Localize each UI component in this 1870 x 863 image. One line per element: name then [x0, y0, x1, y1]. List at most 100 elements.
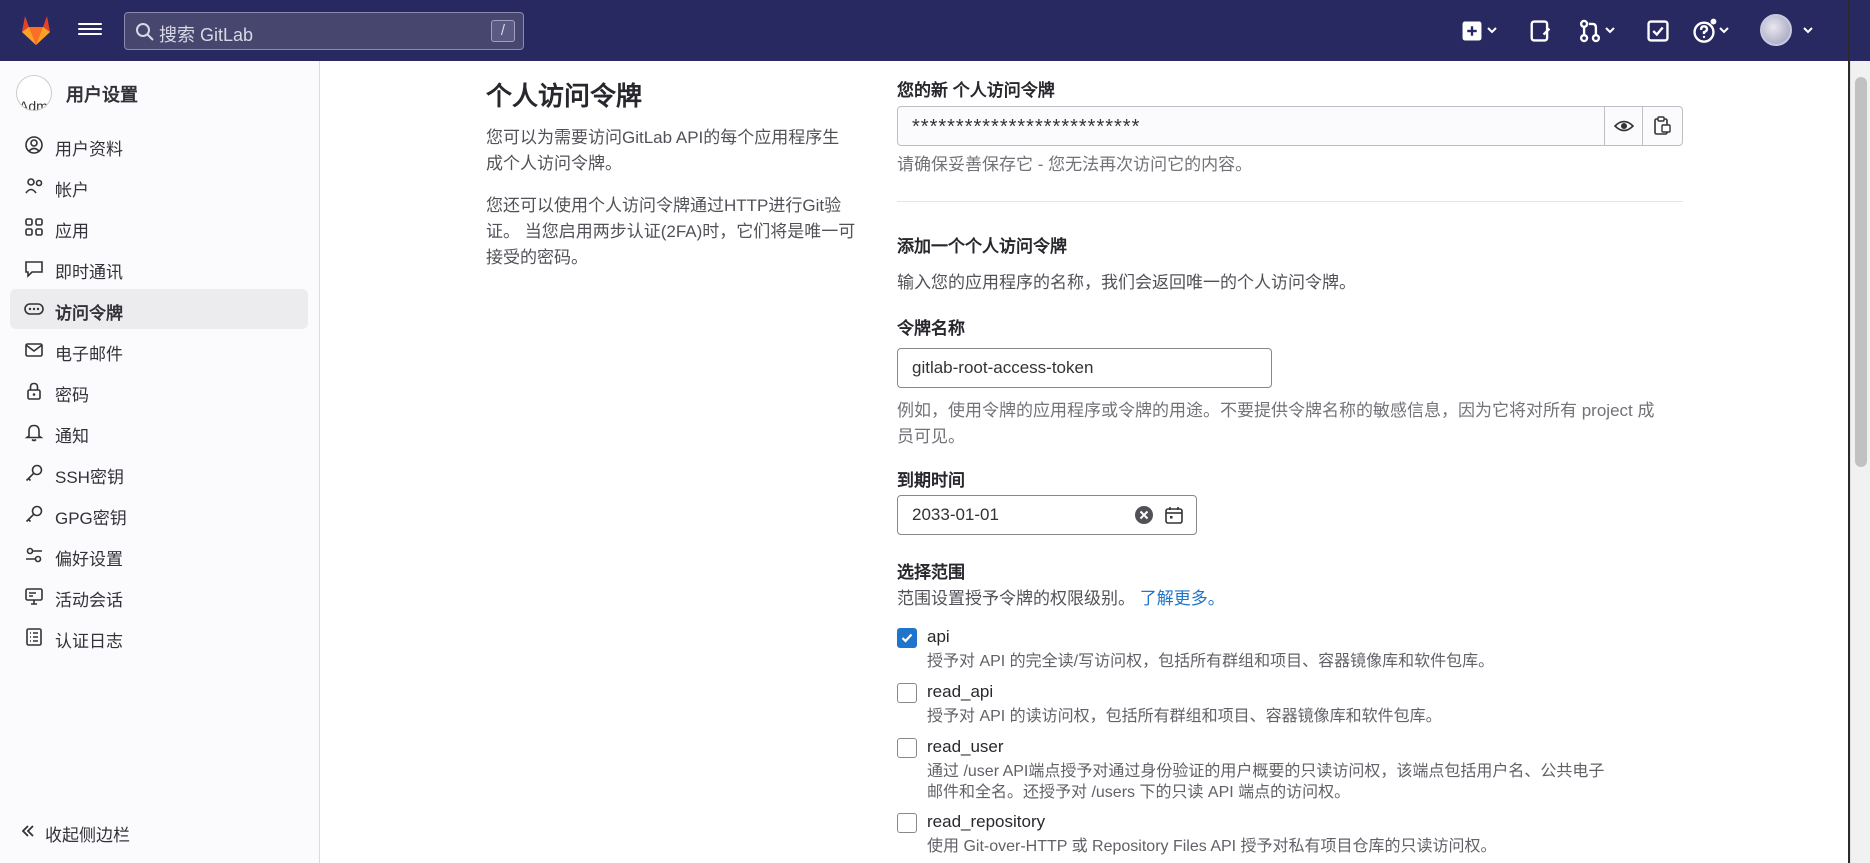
- sidebar-item[interactable]: 通知: [10, 412, 308, 452]
- sidebar-title[interactable]: 用户设置: [66, 81, 138, 107]
- eye-icon: [1614, 120, 1634, 132]
- log-icon: [26, 628, 42, 646]
- copy-token-button[interactable]: [1642, 107, 1680, 145]
- sidebar-item[interactable]: 电子邮件: [10, 330, 308, 370]
- new-token-value: **************************: [912, 116, 1141, 138]
- token-name-input[interactable]: gitlab-root-access-token: [897, 348, 1272, 388]
- todo-icon[interactable]: [1644, 18, 1672, 44]
- key-icon: [25, 505, 43, 523]
- new-token-label: 您的新 个人访问令牌: [897, 81, 1055, 100]
- scope-name[interactable]: read_user: [927, 737, 1004, 757]
- sidebar-item[interactable]: GPG密钥: [10, 494, 308, 534]
- lock-icon: [27, 382, 41, 400]
- chevron-down-icon[interactable]: [1604, 24, 1616, 36]
- scope-name[interactable]: api: [927, 627, 950, 647]
- reveal-token-button[interactable]: [1604, 107, 1642, 145]
- scrollbar-thumb[interactable]: [1855, 77, 1867, 467]
- sidebar-item[interactable]: 帐户: [10, 166, 308, 206]
- new-token-field[interactable]: **************************: [897, 106, 1683, 146]
- scope-description: 授予对 API 的读访问权，包括所有群组和项目、容器镜像库和软件包库。: [927, 708, 1442, 725]
- scope-checkbox[interactable]: [897, 683, 917, 703]
- scope-description: 授予对 API 的完全读/写访问权，包括所有群组和项目、容器镜像库和软件包库。: [927, 653, 1495, 670]
- sidebar-item-label: 密码: [55, 386, 89, 405]
- sidebar-item-label: 偏好设置: [55, 550, 123, 569]
- sidebar-item-label: GPG密钥: [55, 509, 127, 528]
- sidebar-item[interactable]: 用户资料: [10, 125, 308, 165]
- new-item-icon[interactable]: [1458, 18, 1486, 44]
- sidebar-item[interactable]: 认证日志: [10, 617, 308, 657]
- sidebar-item-label: 用户资料: [55, 140, 123, 159]
- sidebar-item[interactable]: 活动会话: [10, 576, 308, 616]
- avatar[interactable]: Adm: [16, 75, 52, 111]
- scopes-label: 选择范围: [897, 563, 965, 582]
- chevron-down-icon[interactable]: [1486, 24, 1498, 36]
- expiry-date-input[interactable]: 2033-01-01: [897, 495, 1197, 535]
- sidebar-item[interactable]: 应用: [10, 207, 308, 247]
- sidebar-item[interactable]: SSH密钥: [10, 453, 308, 493]
- chevron-down-icon[interactable]: [1718, 24, 1730, 36]
- account-icon: [25, 178, 43, 194]
- intro-section: 个人访问令牌 您可以为需要访问GitLab API的每个应用程序生成个人访问令牌…: [486, 76, 856, 271]
- token-name-hint-line2: 员可见。: [897, 427, 965, 446]
- sidebar-item-label: 帐户: [55, 181, 89, 200]
- sidebar-item-label: 认证日志: [55, 632, 123, 651]
- double-chevron-left-icon: [21, 825, 34, 837]
- search-input[interactable]: 搜索 GitLab /: [124, 12, 524, 50]
- menu-icon[interactable]: [78, 20, 102, 40]
- chat-icon: [25, 261, 43, 278]
- sidebar-item-label: 即时通讯: [55, 263, 123, 282]
- page-title: 个人访问令牌: [486, 81, 643, 111]
- sidebar-item-label: SSH密钥: [55, 468, 124, 487]
- scopes-hint: 范围设置授予令牌的权限级别。 了解更多。: [897, 584, 1225, 609]
- token-name-hint-line1: 例如，使用令牌的应用程序或令牌的用途。不要提供令牌名称的敏感信息，因为它将对所有…: [897, 401, 1655, 420]
- sidebar: Adm 用户设置 用户资料帐户应用即时通讯访问令牌电子邮件密码通知 SSH密钥 GP…: [0, 61, 320, 863]
- search-placeholder: 搜索 GitLab: [159, 25, 254, 45]
- scope-description: 通过 /user API端点授予对通过身份验证的用户概要的只读访问权，该端点包括…: [927, 763, 1605, 780]
- help-icon[interactable]: [1690, 18, 1718, 44]
- scope-name[interactable]: read_api: [927, 682, 993, 702]
- chevron-down-icon[interactable]: [1802, 24, 1814, 36]
- clear-icon[interactable]: [1134, 505, 1154, 525]
- scope-checkbox[interactable]: [897, 813, 917, 833]
- sidebar-item[interactable]: 密码: [10, 371, 308, 411]
- expiry-label: 到期时间: [897, 471, 965, 490]
- profile-icon: [25, 136, 43, 154]
- sidebar-item[interactable]: 偏好设置: [10, 535, 308, 575]
- token-icon: [24, 303, 44, 315]
- sidebar-item-label: 活动会话: [55, 591, 123, 610]
- token-name-label: 令牌名称: [897, 319, 965, 338]
- scope-description: 使用 Git-over-HTTP 或 Repository Files API …: [927, 838, 1497, 855]
- sidebar-item[interactable]: 访问令牌: [10, 289, 308, 329]
- sidebar-item-label: 电子邮件: [55, 345, 123, 364]
- mail-icon: [25, 343, 43, 357]
- add-token-description: 输入您的应用程序的名称，我们会返回唯一的个人访问令牌。: [897, 273, 1356, 292]
- intro-paragraph: 您可以为需要访问GitLab API的每个应用程序生成个人访问令牌。: [486, 128, 840, 173]
- sidebar-item-label: 通知: [55, 427, 89, 446]
- user-avatar[interactable]: [1760, 14, 1792, 46]
- notifications-icon: [24, 424, 44, 442]
- scope-name[interactable]: read_repository: [927, 812, 1045, 832]
- scrollbar[interactable]: [1850, 61, 1870, 863]
- checkmark-icon: [901, 633, 913, 643]
- scopes-hint-text: 范围设置授予令牌的权限级别。: [897, 589, 1135, 608]
- add-token-heading: 添加一个个人访问令牌: [897, 237, 1067, 256]
- merge-request-icon[interactable]: [1576, 18, 1604, 44]
- gitlab-logo-icon[interactable]: [18, 12, 54, 48]
- search-shortcut-key: /: [491, 20, 515, 42]
- scope-description-line2: 邮件和全名。还授予对 /users 下的只读 API 端点的访问权。: [927, 784, 1351, 801]
- key-icon: [25, 464, 43, 482]
- scope-checkbox[interactable]: [897, 738, 917, 758]
- monitor-icon: [25, 588, 43, 605]
- sidebar-item[interactable]: 即时通讯: [10, 248, 308, 288]
- applications-icon: [25, 218, 43, 236]
- calendar-icon[interactable]: [1164, 505, 1184, 525]
- sidebar-item-label: 应用: [55, 222, 89, 241]
- issues-icon[interactable]: [1526, 18, 1554, 44]
- divider: [897, 201, 1683, 202]
- sidebar-item-label: 访问令牌: [55, 304, 123, 323]
- scope-checkbox[interactable]: [897, 628, 917, 648]
- learn-more-link[interactable]: 了解更多。: [1140, 589, 1225, 608]
- expiry-date-value: 2033-01-01: [912, 505, 999, 524]
- intro-paragraph-2fa: 您还可以使用个人访问令牌通过HTTP进行Git验证。 当您启用两步认证(2FA)…: [486, 196, 856, 267]
- collapse-sidebar-label: 收起侧边栏: [45, 826, 130, 845]
